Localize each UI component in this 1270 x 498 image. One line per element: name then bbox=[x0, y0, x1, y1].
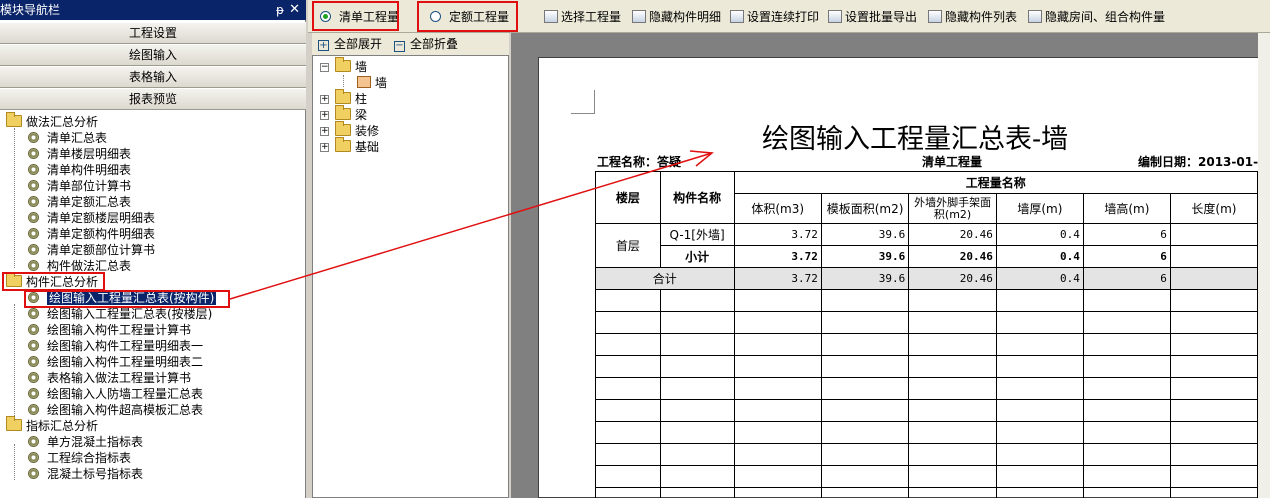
annotation-arrow bbox=[229, 150, 714, 300]
